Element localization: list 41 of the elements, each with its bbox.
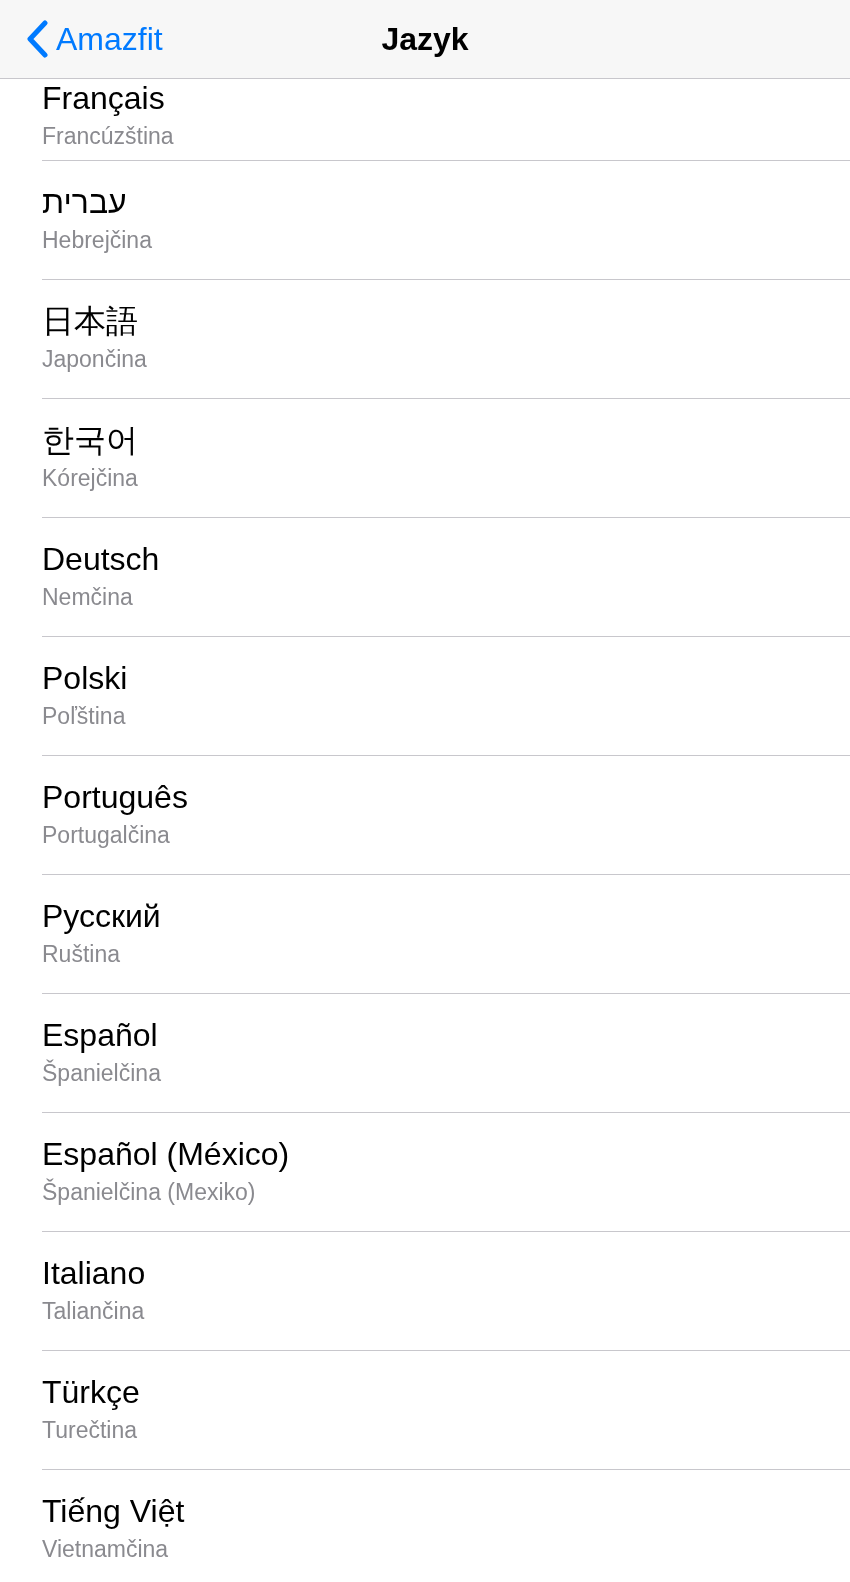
language-row[interactable]: Polski Poľština bbox=[42, 637, 850, 756]
language-name: עברית bbox=[42, 183, 127, 221]
language-translation: Portugalčina bbox=[42, 821, 170, 849]
language-name: Polski bbox=[42, 659, 128, 697]
language-name: Deutsch bbox=[42, 540, 160, 578]
language-name: Русский bbox=[42, 897, 161, 935]
back-chevron-icon bbox=[26, 20, 48, 58]
language-translation: Hebrejčina bbox=[42, 226, 152, 254]
language-name: Português bbox=[42, 778, 188, 816]
language-translation: Kórejčina bbox=[42, 464, 138, 492]
page-title: Jazyk bbox=[381, 20, 469, 58]
language-name: Türkçe bbox=[42, 1373, 140, 1411]
language-row[interactable]: Türkçe Turečtina bbox=[42, 1351, 850, 1470]
language-row[interactable]: 한국어 Kórejčina bbox=[42, 399, 850, 518]
back-button[interactable]: Amazfit bbox=[0, 20, 163, 58]
language-translation: Poľština bbox=[42, 702, 126, 730]
language-translation: Španielčina bbox=[42, 1059, 161, 1087]
language-name: Tiếng Việt bbox=[42, 1492, 185, 1530]
language-name: Español (México) bbox=[42, 1135, 290, 1173]
language-translation: Francúzština bbox=[42, 122, 174, 150]
language-translation: Ruština bbox=[42, 940, 120, 968]
language-row[interactable]: Deutsch Nemčina bbox=[42, 518, 850, 637]
language-row[interactable]: Italiano Taliančina bbox=[42, 1232, 850, 1351]
language-translation: Nemčina bbox=[42, 583, 133, 611]
language-row[interactable]: Tiếng Việt Vietnamčina bbox=[42, 1470, 850, 1582]
language-name: 한국어 bbox=[42, 421, 138, 459]
language-row[interactable]: Español Španielčina bbox=[42, 994, 850, 1113]
language-name: 日本語 bbox=[42, 302, 138, 340]
language-translation: Španielčina (Mexiko) bbox=[42, 1178, 256, 1206]
language-row[interactable]: Español (México) Španielčina (Mexiko) bbox=[42, 1113, 850, 1232]
language-translation: Vietnamčina bbox=[42, 1535, 169, 1563]
language-translation: Turečtina bbox=[42, 1416, 138, 1444]
language-translation: Japončina bbox=[42, 345, 147, 373]
language-name: Italiano bbox=[42, 1254, 146, 1292]
language-name: Español bbox=[42, 1016, 158, 1054]
language-name: Français bbox=[42, 79, 165, 117]
language-row[interactable]: Português Portugalčina bbox=[42, 756, 850, 875]
language-row[interactable]: 日本語 Japončina bbox=[42, 280, 850, 399]
language-row[interactable]: Français Francúzština bbox=[42, 79, 850, 161]
language-translation: Taliančina bbox=[42, 1297, 145, 1325]
language-row[interactable]: Русский Ruština bbox=[42, 875, 850, 994]
